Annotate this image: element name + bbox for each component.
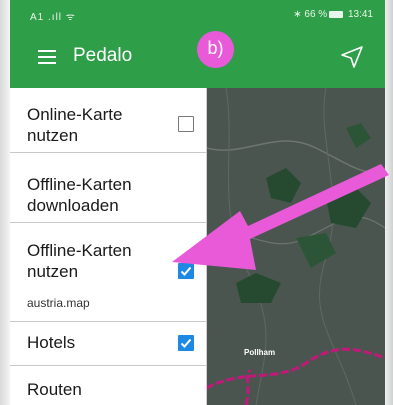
hotels-checkbox[interactable] (178, 335, 194, 351)
map-graphic (206, 88, 385, 405)
status-right: ∗ 66 % 13:41 (293, 9, 373, 20)
step-badge: b) (197, 31, 234, 68)
drawer-item-use-offline[interactable]: Offline-Karten nutzen austria.map (10, 222, 206, 322)
drawer-item-online-map[interactable]: Online-Karte nutzen (10, 88, 206, 153)
battery-percent: 66 % (304, 9, 328, 20)
use-offline-checkbox[interactable] (178, 263, 194, 279)
label-line-1: Offline-Karten (27, 175, 132, 194)
phone-screen: A1 .ıll ᯤ ∗ 66 % 13:41 Pedalo b) Pollham… (0, 0, 393, 405)
label-line-1: Offline-Karten (27, 241, 132, 260)
checkmark-icon (180, 338, 192, 348)
navigation-drawer: Online-Karte nutzen Offline-Karten downl… (10, 88, 207, 405)
navigation-arrow-icon[interactable] (339, 44, 365, 70)
signal-status: A1 .ıll ᯤ (30, 12, 76, 23)
drawer-item-download-offline[interactable]: Offline-Karten downloaden (10, 152, 206, 223)
map-place-label: Pollham (244, 348, 276, 357)
offline-map-filename: austria.map (27, 296, 90, 310)
battery-icon (329, 11, 344, 18)
hamburger-menu-icon[interactable] (38, 50, 56, 64)
label-line-1: Online-Karte (27, 105, 123, 124)
device-edge-left (0, 0, 10, 405)
checkmark-icon (180, 266, 192, 276)
drawer-item-label: Online-Karte nutzen (27, 104, 122, 146)
label-line-2: downloaden (27, 196, 119, 215)
status-bar: A1 .ıll ᯤ ∗ 66 % 13:41 (10, 0, 385, 28)
bluetooth-icon: ∗ (293, 9, 302, 20)
label-line-2: nutzen (27, 262, 79, 281)
clock: 13:41 (347, 9, 373, 20)
app-bar: Pedalo (10, 28, 385, 88)
drawer-item-label: Offline-Karten nutzen (27, 240, 132, 282)
drawer-item-label: Routen (27, 380, 82, 399)
label-line-2: nutzen (27, 126, 79, 145)
drawer-item-hotels[interactable]: Hotels (10, 321, 206, 366)
device-edge-right (385, 0, 393, 405)
map-view[interactable]: Pollham (206, 88, 385, 405)
drawer-item-routes[interactable]: Routen (10, 365, 206, 405)
drawer-item-label: Offline-Karten downloaden (27, 174, 132, 216)
drawer-item-label: Hotels (27, 333, 76, 352)
app-title: Pedalo (73, 45, 133, 66)
online-map-checkbox[interactable] (178, 116, 194, 132)
